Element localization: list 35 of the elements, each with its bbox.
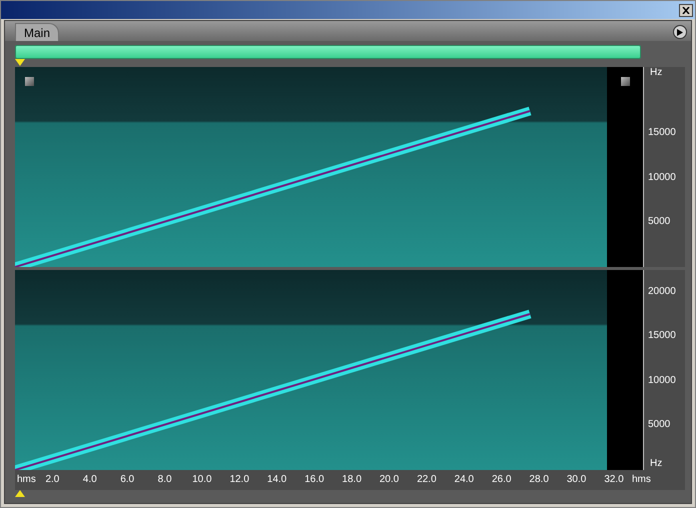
time-label: 28.0 xyxy=(529,474,549,486)
time-label: 6.0 xyxy=(120,474,134,486)
frequency-label: 10000 xyxy=(648,374,676,387)
close-button[interactable] xyxy=(679,4,693,16)
time-label: 30.0 xyxy=(566,474,586,486)
unit-label: hms xyxy=(632,474,651,486)
time-label: 16.0 xyxy=(304,474,324,486)
frequency-label: 5000 xyxy=(648,216,670,228)
time-label: 26.0 xyxy=(492,474,512,486)
corner-icon[interactable] xyxy=(621,77,630,86)
time-label: 4.0 xyxy=(82,474,97,486)
frequency-label: 15000 xyxy=(648,127,676,140)
frequency-label: 5000 xyxy=(648,419,670,432)
unit-label: Hz xyxy=(650,67,662,79)
play-button[interactable] xyxy=(673,25,687,39)
frequency-label: 15000 xyxy=(648,330,676,342)
time-label: 2.0 xyxy=(45,474,60,486)
tab[interactable]: Main xyxy=(15,23,60,41)
time-label: 8.0 xyxy=(158,474,172,486)
time-label: 24.0 xyxy=(454,474,474,486)
close-icon xyxy=(682,6,690,14)
time-label: 14.0 xyxy=(267,474,287,486)
time-label: 10.0 xyxy=(192,474,212,486)
time-label: 18.0 xyxy=(342,474,362,486)
corner-icon[interactable] xyxy=(25,77,34,86)
frequency-label: 10000 xyxy=(648,172,676,184)
time-label: 22.0 xyxy=(416,474,436,486)
time-label: 20.0 xyxy=(380,474,399,486)
play-icon xyxy=(677,28,683,36)
unit-label: Hz xyxy=(650,458,662,470)
frequency-label: 20000 xyxy=(648,286,676,298)
unit-label: hms xyxy=(17,474,36,486)
time-label: 32.0 xyxy=(604,474,624,486)
overview-bar[interactable] xyxy=(15,45,641,59)
time-label: 12.0 xyxy=(230,474,250,486)
